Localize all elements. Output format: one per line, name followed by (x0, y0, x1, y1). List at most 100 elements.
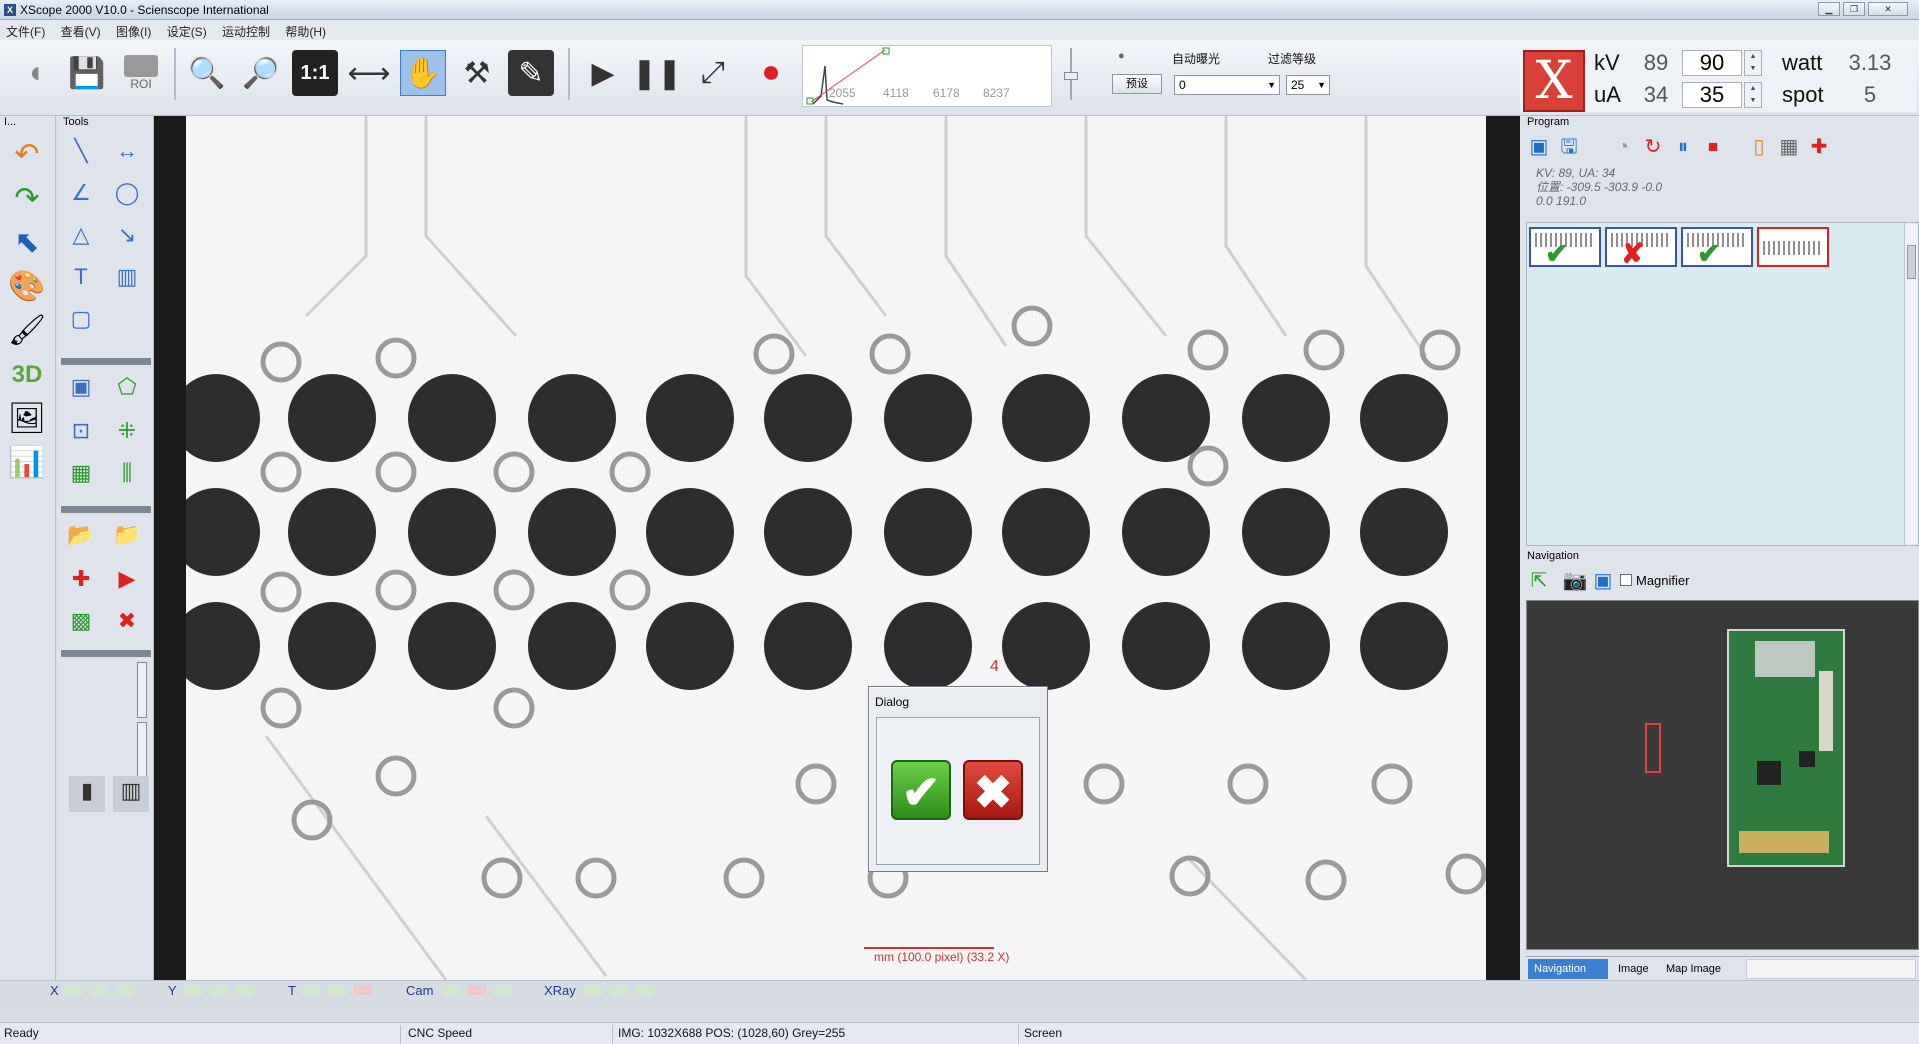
stop-program-icon[interactable]: ⏹ (1700, 134, 1726, 160)
actual-size-button[interactable]: 1:1 (292, 50, 338, 96)
zoom-out-icon[interactable]: 🔎 (238, 50, 284, 96)
minimize-button[interactable]: ▁ (1818, 2, 1840, 16)
kv-spinner[interactable]: ▲ ▼ (1744, 50, 1762, 76)
save-folder-icon[interactable]: 📁 (111, 520, 143, 550)
back-icon[interactable]: ◖ (12, 50, 58, 96)
polygon-tool-icon[interactable]: ⬠ (111, 372, 143, 402)
circle-tool-icon[interactable]: ◯ (111, 178, 143, 208)
triangle-tool-icon[interactable]: △ (65, 220, 97, 250)
tab-image[interactable]: Image (1612, 959, 1655, 979)
stop-icon[interactable]: ⏺ (748, 50, 794, 96)
grid-check-icon[interactable]: ▩ (65, 606, 97, 636)
histogram[interactable]: 2055 4118 6178 8237 (802, 45, 1052, 107)
book-icon[interactable]: ▯ (1746, 134, 1772, 160)
void-tool-icon[interactable]: ⊡ (65, 416, 97, 446)
pan-hand-icon[interactable]: ✋ (400, 50, 446, 96)
add-icon[interactable]: ✚ (65, 564, 97, 594)
program-step-thumbnail[interactable]: ✔ (1681, 227, 1753, 269)
magnifier-checkbox[interactable] (1620, 574, 1632, 586)
open-program-icon[interactable]: ▣ (1526, 134, 1552, 160)
ua-input[interactable]: 35 (1682, 82, 1742, 108)
menu-file[interactable]: 文件(F) (0, 20, 51, 40)
close-window-button[interactable]: ✕ (1868, 2, 1908, 16)
grid-delete-icon[interactable]: ✖ (111, 606, 143, 636)
arrow-tool-icon[interactable]: ↘ (111, 220, 143, 250)
detector-icon[interactable]: ▮ (69, 776, 105, 812)
filter-icon[interactable]: ▥ (113, 776, 149, 812)
kv-input[interactable]: 90 (1682, 50, 1742, 76)
angle-tool-icon[interactable]: ∠ (65, 178, 97, 208)
xray-toggle-button[interactable]: X (1523, 50, 1585, 112)
save-icon[interactable]: 💾 (64, 50, 110, 96)
pcb-board-image (1727, 629, 1845, 867)
ok-button[interactable]: ✔ (891, 760, 951, 820)
auto-exposure-select[interactable]: 0 ▼ (1174, 75, 1280, 95)
grid-view-icon[interactable]: ▦ (1776, 134, 1802, 160)
undo-icon[interactable]: ↶ (4, 134, 50, 176)
add-step-icon[interactable]: ✚ (1806, 134, 1832, 160)
roi-button[interactable]: ROI (118, 50, 164, 96)
rectangle-tool-icon[interactable]: ▢ (65, 304, 97, 334)
kv-actual: 89 (1643, 50, 1669, 75)
menu-motion-control[interactable]: 运动控制 (216, 20, 276, 40)
camera-icon[interactable]: 📷 (1562, 568, 1588, 594)
fit-width-icon[interactable]: ⟷ (346, 50, 392, 96)
xray-image[interactable] (186, 116, 1486, 980)
preset-button[interactable]: 预设 (1112, 74, 1162, 94)
easel-icon[interactable]: 🖼 (4, 398, 50, 440)
program-scrollbar[interactable] (1904, 223, 1918, 545)
tab-navigation[interactable]: Navigation (1528, 959, 1608, 979)
magnifier-label: Magnifier (1636, 573, 1690, 588)
spot-label: spot (1782, 82, 1824, 107)
nav-open-icon[interactable]: ▣ (1590, 568, 1616, 594)
tools-icon[interactable]: ⚒ (454, 50, 500, 96)
bga-grid-icon[interactable]: ⁜ (111, 416, 143, 446)
maximize-button[interactable]: ❐ (1843, 2, 1865, 16)
vertical-slider[interactable] (137, 722, 147, 778)
text-tool-icon[interactable]: T (65, 262, 97, 292)
current-view-indicator (1645, 723, 1661, 773)
cancel-button[interactable]: ✖ (963, 760, 1023, 820)
line-tool-icon[interactable]: ╲ (65, 136, 97, 166)
distance-tool-icon[interactable]: ↔ (111, 136, 143, 166)
slider-knob[interactable] (1064, 72, 1078, 80)
menu-help[interactable]: 帮助(H) (279, 20, 332, 40)
program-step-thumbnail[interactable]: ✔ (1529, 227, 1601, 269)
fit-screen-icon[interactable]: ⤢ (690, 50, 736, 96)
ua-spinner[interactable]: ▲ ▼ (1744, 82, 1762, 108)
tab-map-image[interactable]: Map Image (1660, 959, 1727, 979)
pause-icon[interactable]: ❚❚ (632, 50, 682, 96)
pause-program-icon[interactable]: ⏸ (1670, 134, 1696, 160)
3d-icon[interactable]: 3D (4, 354, 50, 396)
vertical-slider[interactable] (137, 662, 147, 718)
save-program-icon[interactable]: 🖫 (1556, 134, 1582, 160)
brush-icon[interactable]: 🖌 (4, 310, 50, 352)
nav-move-icon[interactable]: ⇱ (1526, 568, 1552, 594)
menu-image[interactable]: 图像(I) (110, 20, 157, 40)
profile-tool-icon[interactable]: ▥ (111, 262, 143, 292)
menu-view[interactable]: 查看(V) (55, 20, 107, 40)
play-right-icon[interactable]: ▶ (111, 564, 143, 594)
open-folder-icon[interactable]: 📂 (65, 520, 97, 550)
filter-level-select[interactable]: 25 ▼ (1286, 75, 1330, 95)
image-canvas[interactable]: 4 mm (100.0 pixel) (33.2 X) (154, 116, 1520, 980)
navigation-map[interactable] (1526, 600, 1919, 950)
status-led (236, 985, 254, 995)
run-program-icon[interactable]: ◔ (1610, 134, 1636, 160)
refresh-icon[interactable]: ↻ (1640, 134, 1666, 160)
annotate-icon[interactable]: ✎ (508, 50, 554, 96)
area-tool-icon[interactable]: ▣ (65, 372, 97, 402)
zoom-in-icon[interactable]: 🔍 (184, 50, 230, 96)
palette-icon[interactable]: 🎨 (4, 266, 50, 308)
brightness-slider[interactable] (1064, 48, 1078, 100)
program-step-thumbnail[interactable]: ✘ (1605, 227, 1677, 269)
presentation-icon[interactable]: 📊 (4, 442, 50, 484)
menu-settings[interactable]: 设定(S) (161, 20, 213, 40)
redo-icon[interactable]: ↷ (4, 178, 50, 220)
scroll-thumb[interactable] (1907, 245, 1916, 279)
program-step-thumbnail-selected[interactable] (1757, 227, 1829, 267)
pointer-icon[interactable]: ⬉ (4, 222, 50, 264)
chip-tool-icon[interactable]: ▦ (65, 458, 97, 488)
play-icon[interactable]: ▶ (580, 50, 626, 96)
pins-tool-icon[interactable]: ⫼ (111, 458, 143, 488)
